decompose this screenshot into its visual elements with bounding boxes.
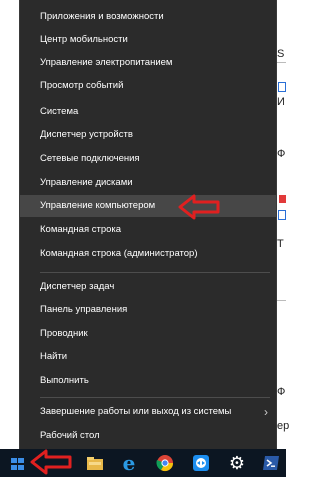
background-divider — [276, 62, 286, 63]
menu-item-apps-and-features[interactable]: Приложения и возможности — [20, 6, 276, 28]
menu-item-label: Центр мобильности — [40, 34, 128, 45]
menu-item-label: Проводник — [40, 328, 88, 339]
background-text-fragment: S — [277, 48, 285, 60]
menu-item-system[interactable]: Система — [20, 101, 276, 123]
background-divider — [276, 300, 286, 301]
menu-item-label: Рабочий стол — [40, 430, 100, 441]
background-text-fragment: Т — [277, 238, 284, 250]
chevron-right-icon: › — [264, 405, 268, 419]
menu-item-label: Приложения и возможности — [40, 11, 164, 22]
menu-item-run[interactable]: Выполнить — [20, 370, 276, 392]
menu-item-label: Диспетчер устройств — [40, 129, 133, 140]
menu-item-label: Диспетчер задач — [40, 281, 115, 292]
menu-item-label: Система — [40, 106, 79, 117]
menu-item-computer-management[interactable]: Управление компьютером — [20, 195, 276, 217]
annotation-arrow-icon — [30, 449, 72, 475]
menu-item-label: Управление компьютером — [40, 200, 156, 211]
internet-explorer-icon[interactable]: e — [120, 453, 138, 473]
powershell-icon[interactable] — [262, 454, 280, 472]
settings-gear-icon[interactable]: ⚙ — [228, 454, 246, 472]
background-red-mark — [279, 195, 286, 203]
menu-item-file-explorer[interactable]: Проводник — [20, 323, 276, 345]
menu-item-command-prompt-admin[interactable]: Командная строка (администратор) — [20, 243, 276, 265]
menu-item-label: Сетевые подключения — [40, 153, 140, 164]
menu-item-label: Панель управления — [40, 304, 128, 315]
menu-separator — [40, 397, 270, 398]
menu-item-power-options[interactable]: Управление электропитанием — [20, 52, 276, 74]
power-user-menu: Приложения и возможности Центр мобильнос… — [20, 0, 276, 449]
background-window — [276, 0, 286, 449]
menu-item-desktop[interactable]: Рабочий стол — [20, 425, 276, 447]
menu-item-search[interactable]: Найти — [20, 346, 276, 368]
teamviewer-icon[interactable] — [192, 454, 210, 472]
annotation-arrow-icon — [178, 194, 220, 220]
background-text-fragment: ер — [277, 420, 290, 432]
background-text-fragment: И — [277, 96, 285, 108]
menu-item-network-connections[interactable]: Сетевые подключения — [20, 148, 276, 170]
menu-item-event-viewer[interactable]: Просмотр событий — [20, 75, 276, 97]
background-text-fragment: Ф — [277, 148, 286, 160]
menu-item-label: Управление дисками — [40, 177, 133, 188]
menu-item-command-prompt[interactable]: Командная строка — [20, 219, 276, 241]
file-explorer-icon[interactable] — [86, 454, 104, 472]
background-checkbox — [278, 210, 286, 220]
menu-item-control-panel[interactable]: Панель управления — [20, 299, 276, 321]
menu-item-label: Управление электропитанием — [40, 57, 173, 68]
menu-separator — [40, 272, 270, 273]
menu-item-device-manager[interactable]: Диспетчер устройств — [20, 124, 276, 146]
background-checkbox — [278, 82, 286, 92]
background-text-fragment: Ф — [277, 386, 286, 398]
menu-item-disk-management[interactable]: Управление дисками — [20, 172, 276, 194]
menu-item-label: Найти — [40, 351, 68, 362]
menu-item-label: Просмотр событий — [40, 80, 124, 91]
menu-item-label: Командная строка — [40, 224, 122, 235]
windows-start-icon — [11, 458, 24, 470]
menu-item-label: Завершение работы или выход из системы — [40, 406, 232, 417]
menu-item-label: Командная строка (администратор) — [40, 248, 198, 259]
menu-item-shutdown-or-sign-out[interactable]: Завершение работы или выход из системы › — [20, 401, 276, 423]
menu-item-label: Выполнить — [40, 375, 89, 386]
chrome-icon[interactable] — [156, 454, 174, 472]
menu-item-task-manager[interactable]: Диспетчер задач — [20, 276, 276, 298]
menu-item-mobility-center[interactable]: Центр мобильности — [20, 29, 276, 51]
